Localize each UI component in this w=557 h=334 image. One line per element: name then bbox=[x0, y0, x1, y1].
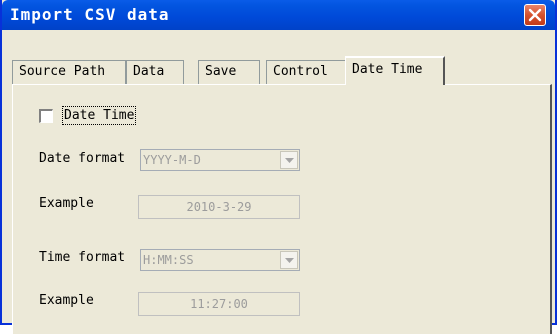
close-icon bbox=[528, 8, 542, 22]
close-button[interactable] bbox=[524, 4, 546, 26]
chevron-down-icon bbox=[285, 258, 294, 263]
date-example-label: Example bbox=[39, 196, 94, 211]
date-example-field: 2010-3-29 bbox=[138, 195, 300, 219]
window-title: Import CSV data bbox=[10, 5, 170, 24]
time-example-label: Example bbox=[39, 293, 94, 308]
tab-label: Source Path bbox=[19, 64, 106, 79]
tab-label: Save bbox=[205, 64, 237, 79]
tab-data[interactable]: Data bbox=[126, 60, 184, 84]
time-format-label: Time format bbox=[39, 250, 126, 265]
tab-control[interactable]: Control bbox=[266, 60, 346, 84]
date-time-checkbox[interactable] bbox=[39, 109, 53, 123]
date-format-select[interactable]: YYYY-M-D bbox=[140, 149, 300, 171]
tab-strip: Source Path Data Save Control Date Time bbox=[12, 56, 552, 85]
tab-source-path[interactable]: Source Path bbox=[12, 60, 126, 84]
time-format-dropdown-button[interactable] bbox=[280, 251, 298, 269]
tab-label: Control bbox=[273, 64, 328, 79]
date-format-label: Date format bbox=[39, 151, 126, 166]
tab-label: Data bbox=[133, 64, 165, 79]
time-format-select[interactable]: H:MM:SS bbox=[140, 249, 300, 271]
date-format-dropdown-button[interactable] bbox=[280, 151, 298, 169]
tab-date-time[interactable]: Date Time bbox=[345, 56, 445, 85]
time-format-value: H:MM:SS bbox=[143, 253, 194, 267]
date-format-value: YYYY-M-D bbox=[143, 153, 201, 167]
tab-label: Date Time bbox=[352, 62, 423, 77]
chevron-down-icon bbox=[285, 158, 294, 163]
title-bar[interactable]: Import CSV data bbox=[2, 0, 555, 30]
tab-save[interactable]: Save bbox=[198, 60, 260, 84]
time-example-field: 11:27:00 bbox=[138, 292, 300, 316]
date-time-checkbox-label[interactable]: Date Time bbox=[62, 106, 137, 125]
